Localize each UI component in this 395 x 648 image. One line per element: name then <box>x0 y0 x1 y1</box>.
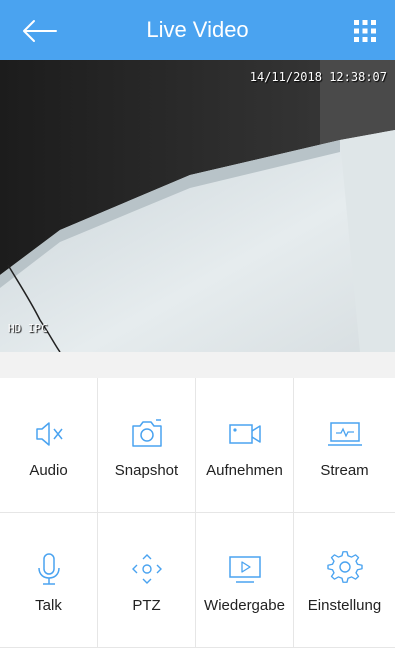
stream-button[interactable]: Stream <box>294 378 395 513</box>
talk-button[interactable]: Talk <box>0 513 98 648</box>
video-frame <box>0 60 395 352</box>
speaker-mute-icon <box>29 416 69 452</box>
video-watermark: HD IPC <box>8 322 48 335</box>
record-label: Aufnehmen <box>206 462 283 479</box>
microphone-icon <box>29 551 69 587</box>
record-button[interactable]: Aufnehmen <box>196 378 294 513</box>
ptz-button[interactable]: PTZ <box>98 513 196 648</box>
video-record-icon <box>225 416 265 452</box>
live-video-feed[interactable]: 14/11/2018 12:38:07 HD IPC <box>0 60 395 352</box>
page-title: Live Video <box>146 17 249 42</box>
audio-button[interactable]: Audio <box>0 378 98 513</box>
playback-icon <box>225 551 265 587</box>
divider-gap <box>0 352 395 378</box>
snapshot-button[interactable]: Snapshot <box>98 378 196 513</box>
grid-menu-button[interactable] <box>352 18 378 44</box>
snapshot-label: Snapshot <box>114 462 179 479</box>
grid-menu-icon <box>354 20 376 42</box>
camera-icon <box>127 416 167 452</box>
control-grid: Audio Snapshot Aufnehmen Stream Talk PTZ… <box>0 378 395 648</box>
ptz-arrows-icon <box>127 551 167 587</box>
ptz-label: PTZ <box>132 597 161 614</box>
stream-label: Stream <box>320 462 369 479</box>
top-bar: Live Video <box>0 0 395 60</box>
playback-label: Wiedergabe <box>204 597 285 614</box>
settings-label: Einstellung <box>307 597 382 614</box>
stream-monitor-icon <box>325 416 365 452</box>
gear-icon <box>325 551 365 587</box>
video-timestamp: 14/11/2018 12:38:07 <box>249 70 387 84</box>
settings-button[interactable]: Einstellung <box>294 513 395 648</box>
playback-button[interactable]: Wiedergabe <box>196 513 294 648</box>
talk-label: Talk <box>35 597 62 614</box>
audio-label: Audio <box>29 462 68 479</box>
